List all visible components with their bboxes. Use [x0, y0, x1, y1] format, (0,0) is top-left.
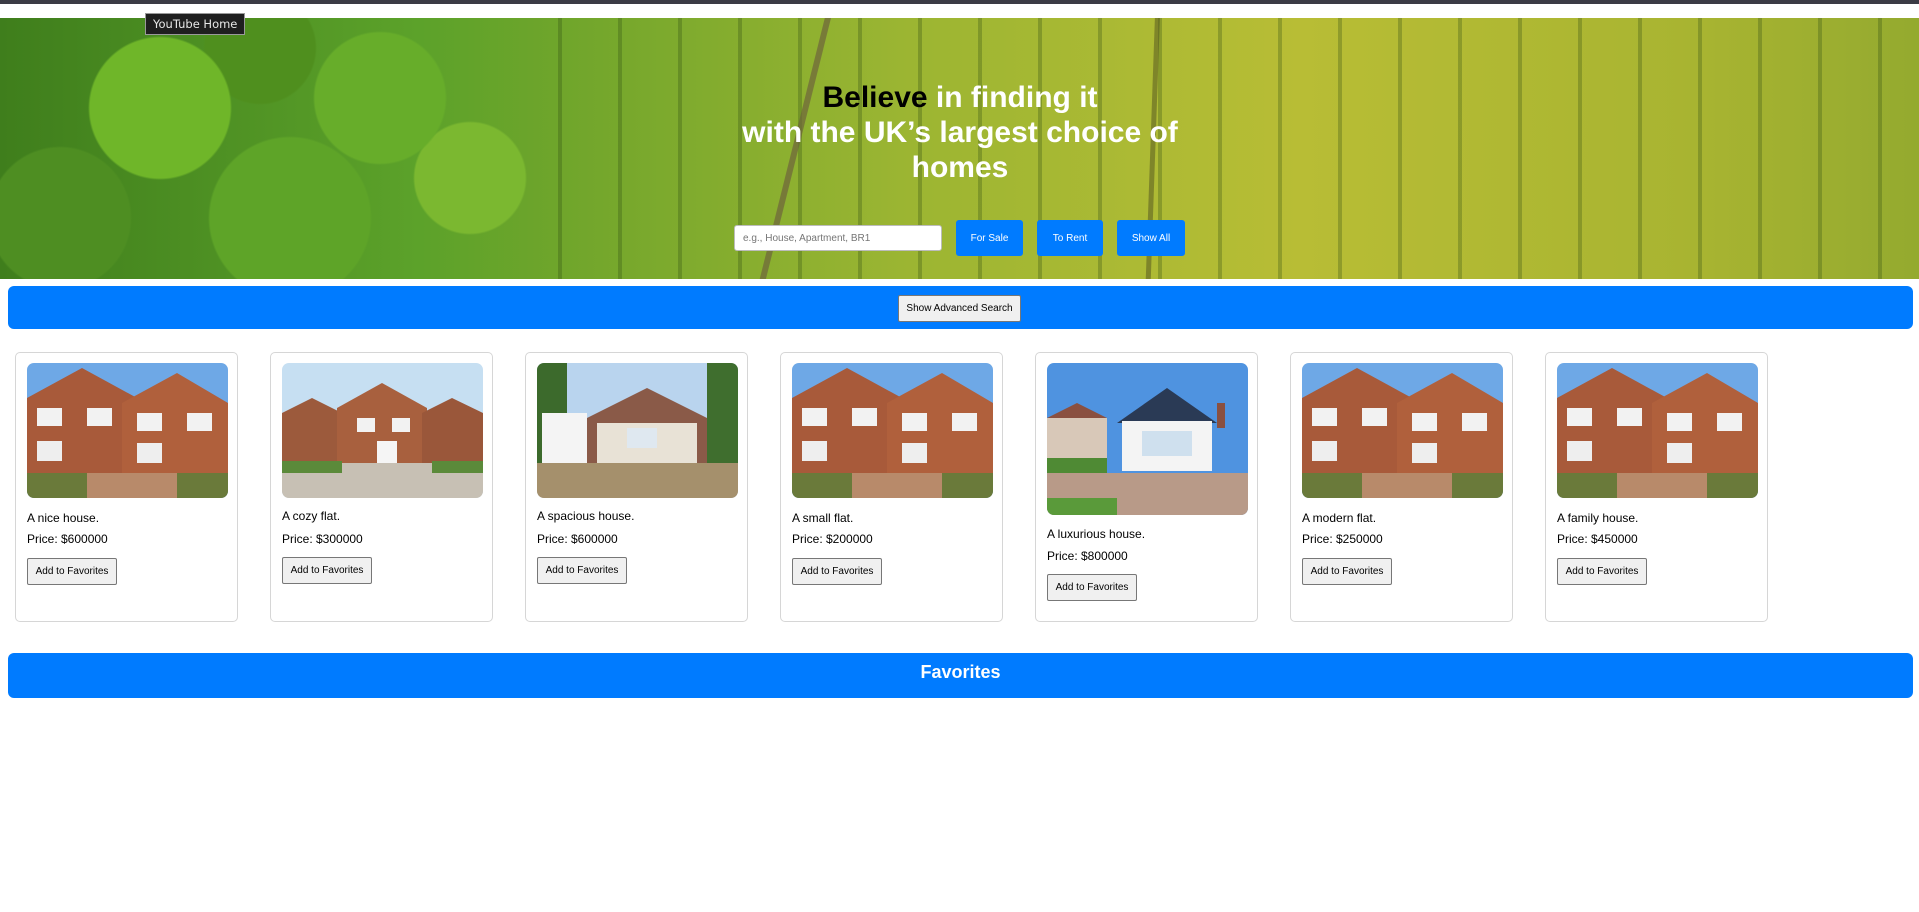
listing-price: Price: $800000 — [1047, 549, 1128, 563]
listing-price: Price: $600000 — [27, 532, 108, 546]
house-photo — [1557, 363, 1758, 498]
house-photo — [27, 363, 228, 498]
search-input[interactable] — [734, 225, 942, 251]
house-photo — [537, 363, 738, 498]
add-to-favorites-button[interactable]: Add to Favorites — [1557, 558, 1647, 585]
house-photo — [792, 363, 993, 498]
advanced-search-bar: Show Advanced Search — [8, 286, 1913, 329]
to-rent-button[interactable]: To Rent — [1037, 220, 1103, 256]
add-to-favorites-button[interactable]: Add to Favorites — [537, 557, 627, 584]
hero-headline: Believe in finding it with the UK’s larg… — [720, 80, 1200, 185]
headline-emphasis: Believe — [822, 81, 928, 114]
show-advanced-search-button[interactable]: Show Advanced Search — [898, 295, 1021, 322]
house-photo — [1047, 363, 1248, 515]
favorites-section-header: Favorites — [8, 653, 1913, 698]
listing-card: A modern flat. Price: $250000 Add to Fav… — [1290, 352, 1513, 622]
house-photo — [1302, 363, 1503, 498]
search-row: For Sale To Rent Show All — [734, 220, 1185, 256]
listing-card: A nice house. Price: $600000 Add to Favo… — [15, 352, 238, 622]
listing-card: A spacious house. Price: $600000 Add to … — [525, 352, 748, 622]
listing-description: A modern flat. — [1302, 511, 1377, 525]
listing-price: Price: $600000 — [537, 532, 618, 546]
listing-card: A cozy flat. Price: $300000 Add to Favor… — [270, 352, 493, 622]
listing-card: A family house. Price: $450000 Add to Fa… — [1545, 352, 1768, 622]
browser-top-strip — [0, 0, 1919, 4]
listing-price: Price: $450000 — [1557, 532, 1638, 546]
listing-card: A luxurious house. Price: $800000 Add to… — [1035, 352, 1258, 622]
listing-price: Price: $300000 — [282, 532, 363, 546]
hero-banner: Believe in finding it with the UK’s larg… — [0, 18, 1919, 279]
listing-card: A small flat. Price: $200000 Add to Favo… — [780, 352, 1003, 622]
listing-description: A luxurious house. — [1047, 527, 1146, 541]
add-to-favorites-button[interactable]: Add to Favorites — [27, 558, 117, 585]
listing-description: A family house. — [1557, 511, 1639, 525]
for-sale-button[interactable]: For Sale — [956, 220, 1023, 256]
add-to-favorites-button[interactable]: Add to Favorites — [282, 557, 372, 584]
house-photo — [282, 363, 483, 498]
listing-description: A spacious house. — [537, 509, 635, 523]
add-to-favorites-button[interactable]: Add to Favorites — [792, 558, 882, 585]
listing-description: A small flat. — [792, 511, 854, 525]
listing-price: Price: $200000 — [792, 532, 873, 546]
listing-price: Price: $250000 — [1302, 532, 1383, 546]
headline-part-1: in finding it — [927, 81, 1098, 114]
show-all-button[interactable]: Show All — [1117, 220, 1185, 256]
add-to-favorites-button[interactable]: Add to Favorites — [1302, 558, 1392, 585]
youtube-home-tooltip: YouTube Home — [145, 13, 246, 35]
add-to-favorites-button[interactable]: Add to Favorites — [1047, 574, 1137, 601]
listing-description: A nice house. — [27, 511, 100, 525]
listing-description: A cozy flat. — [282, 509, 341, 523]
headline-part-2: with the UK’s largest choice of homes — [742, 116, 1178, 184]
